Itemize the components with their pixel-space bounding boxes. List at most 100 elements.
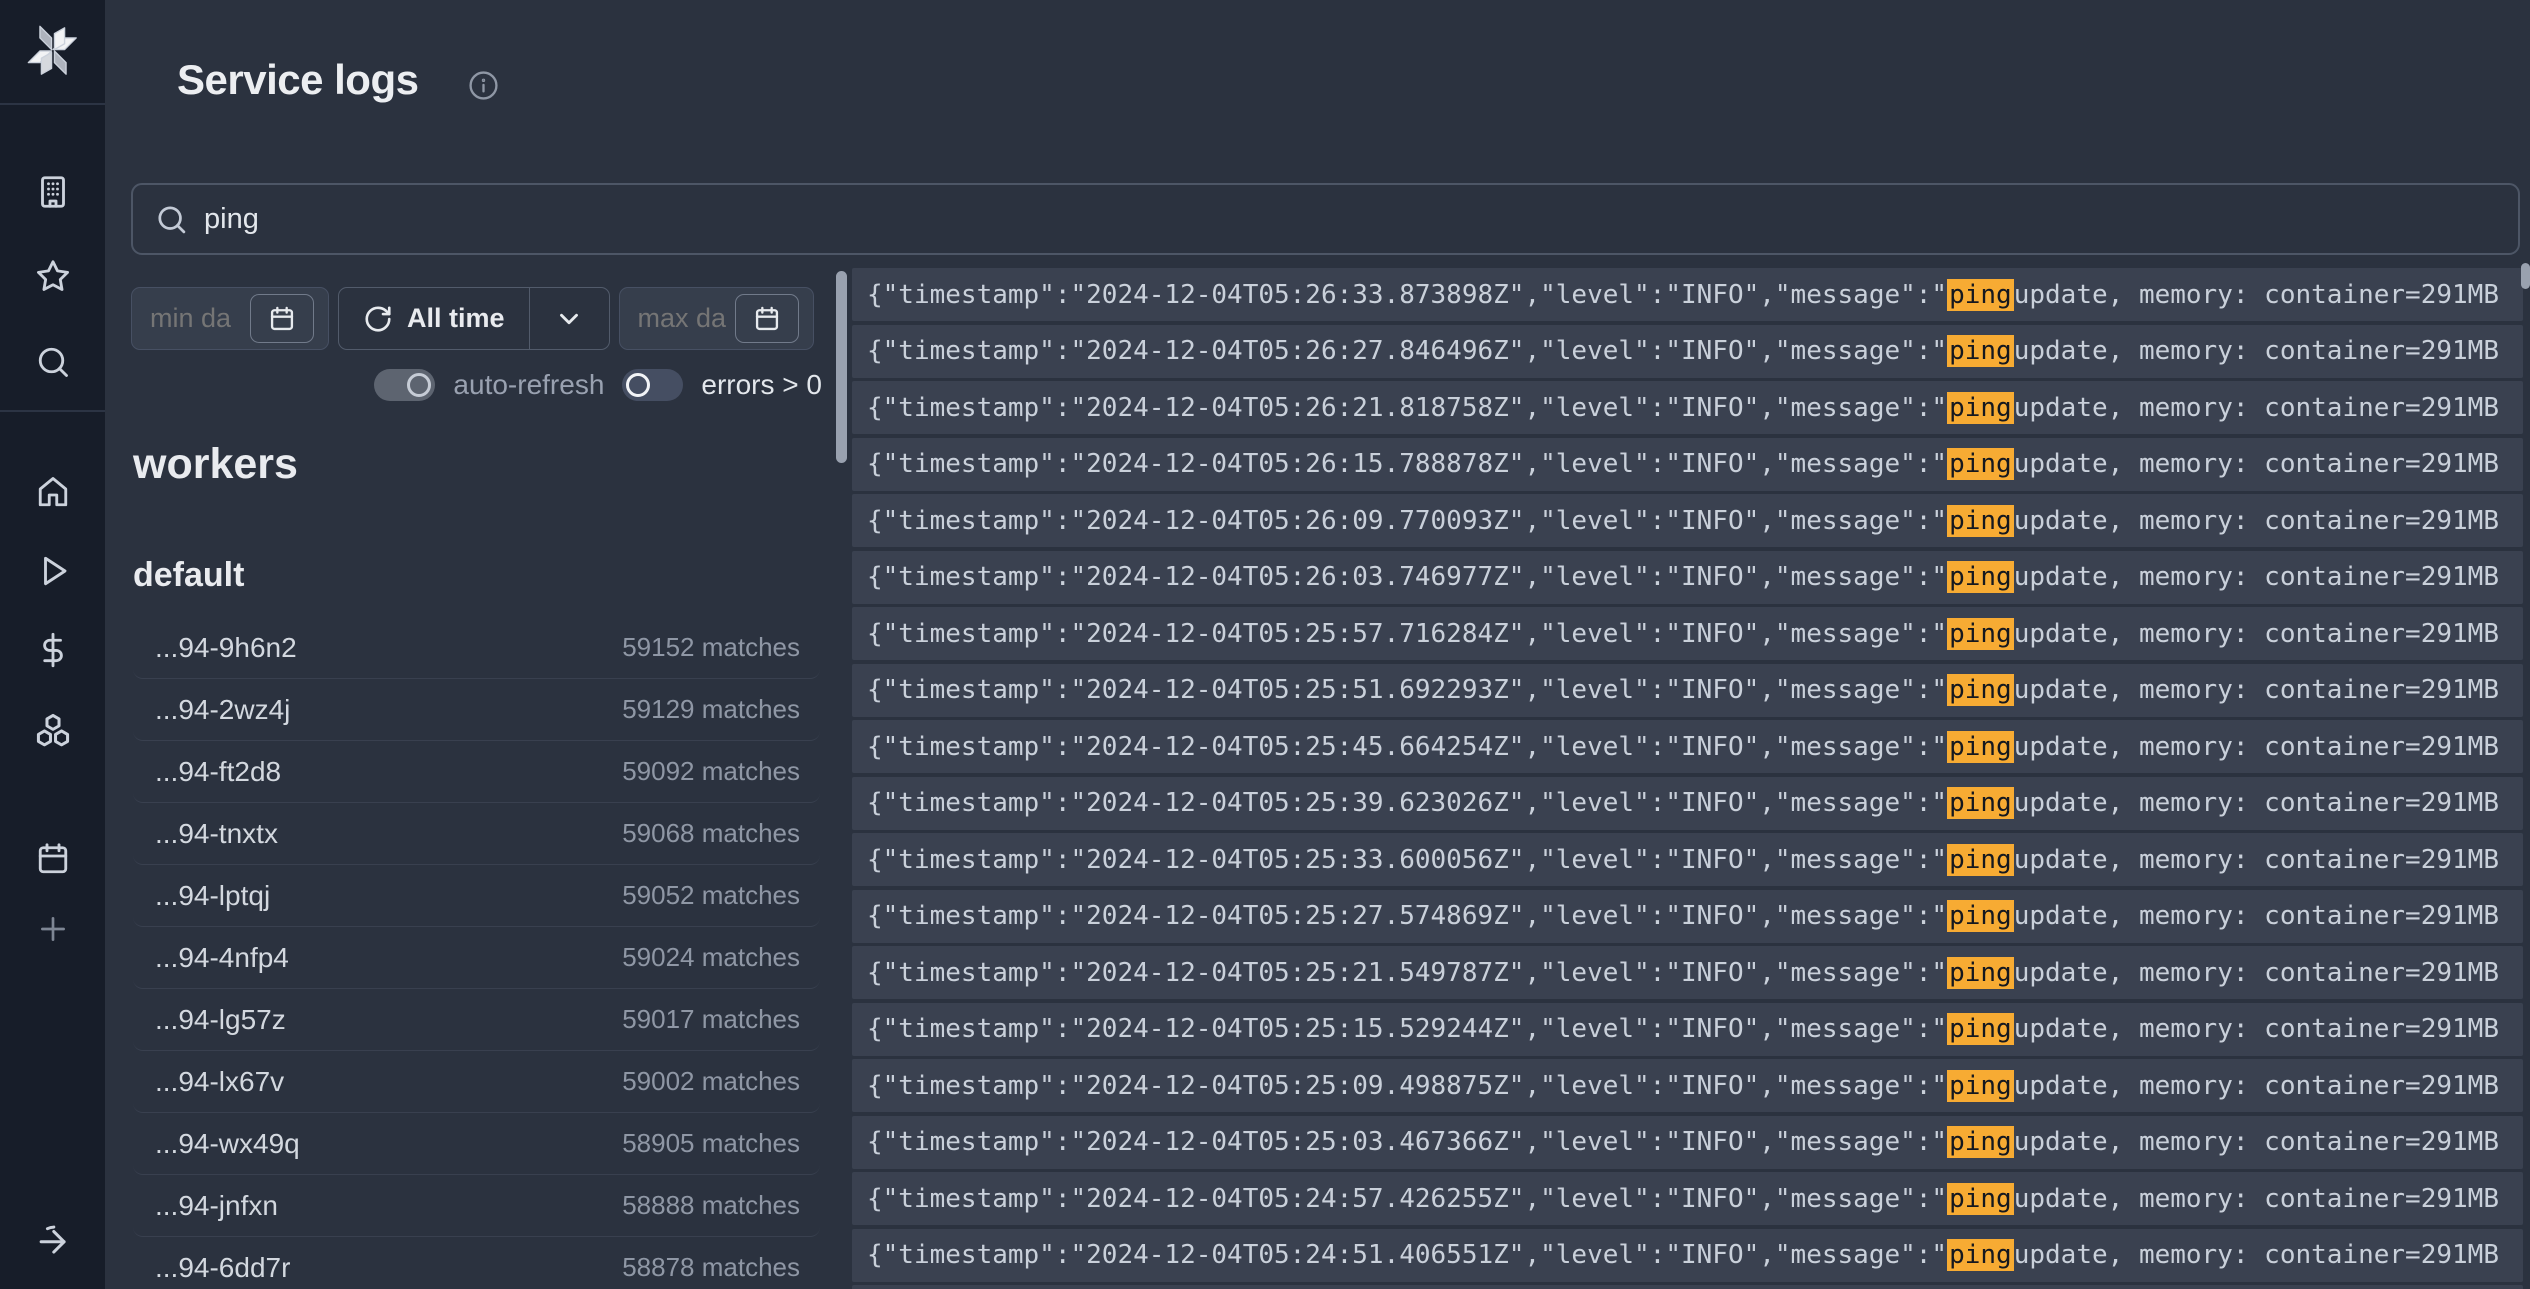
log-scrollbar-right-thumb[interactable] [2521,263,2530,289]
log-line[interactable]: {"timestamp":"2024-12-04T05:24:51.406551… [852,1229,2523,1282]
worker-list-item[interactable]: ...94-tnxtx 59068 matches [133,803,820,865]
log-scrollbar-left-thumb[interactable] [836,271,847,463]
search-match-highlight: ping [1947,561,2014,593]
worker-list-item[interactable]: ...94-4nfp4 59024 matches [133,927,820,989]
search-match-highlight: ping [1947,618,2014,650]
star-icon[interactable] [0,258,105,294]
log-json-middle: ","level":"INFO","message":" [1509,1127,1947,1157]
home-icon[interactable] [0,474,105,510]
log-line[interactable]: {"timestamp":"2024-12-04T05:25:27.574869… [852,890,2523,943]
log-line[interactable]: {"timestamp":"2024-12-04T05:26:33.873898… [852,268,2523,321]
worker-list-item[interactable]: ...94-wx49q 58905 matches [133,1113,820,1175]
errors-toggle[interactable] [622,369,683,401]
log-json-prefix: {"timestamp":" [867,1240,1086,1270]
log-list: {"timestamp":"2024-12-04T05:26:33.873898… [852,268,2523,1289]
worker-match-count: 58905 matches [622,1128,800,1159]
search-nav-icon[interactable] [0,344,105,380]
toggle-knob [626,373,650,397]
log-line[interactable]: {"timestamp":"2024-12-04T05:26:09.770093… [852,494,2523,547]
log-line[interactable]: {"timestamp":"2024-12-04T05:26:15.788878… [852,438,2523,491]
log-message-rest: update, memory: container=291MB [2014,506,2499,536]
worker-match-count: 58888 matches [622,1190,800,1221]
worker-list-item[interactable]: ...94-9h6n2 59152 matches [133,617,820,679]
log-message-rest: update, memory: container=291MB [2014,788,2499,818]
worker-list-item[interactable]: ...94-lg57z 59017 matches [133,989,820,1051]
log-line[interactable]: {"timestamp":"2024-12-04T05:26:27.846496… [852,325,2523,378]
log-message-rest: update, memory: container=291MB [2014,1127,2499,1157]
building-icon[interactable] [0,174,105,210]
log-line[interactable]: {"timestamp":"2024-12-04T05:25:03.467366… [852,1116,2523,1169]
time-range-button[interactable]: All time [339,288,529,349]
time-range-label: All time [407,303,505,334]
search-input[interactable] [204,203,2496,236]
worker-match-count: 59002 matches [622,1066,800,1097]
boxes-icon[interactable] [0,711,105,749]
log-json-middle: ","level":"INFO","message":" [1509,336,1947,366]
windmill-logo-icon[interactable] [0,22,105,80]
auto-refresh-toggle[interactable] [374,369,435,401]
log-json-prefix: {"timestamp":" [867,393,1086,423]
log-json-prefix: {"timestamp":" [867,336,1086,366]
log-line[interactable]: {"timestamp":"2024-12-04T05:25:57.716284… [852,607,2523,660]
log-line[interactable]: {"timestamp":"2024-12-04T05:24:57.426255… [852,1172,2523,1225]
log-json-middle: ","level":"INFO","message":" [1509,280,1947,310]
log-line[interactable]: {"timestamp":"2024-12-04T05:25:51.692293… [852,664,2523,717]
info-icon[interactable] [468,70,499,106]
log-json-prefix: {"timestamp":" [867,1071,1086,1101]
log-message-rest: update, memory: container=291MB [2014,562,2499,592]
sidebar-divider [0,103,105,105]
log-timestamp: 2024-12-04T05:25:51.692293Z [1086,675,1509,705]
log-line[interactable]: {"timestamp":"2024-12-04T05:26:21.818758… [852,381,2523,434]
log-json-middle: ","level":"INFO","message":" [1509,845,1947,875]
worker-list-item[interactable]: ...94-lx67v 59002 matches [133,1051,820,1113]
search-match-highlight: ping [1947,392,2014,424]
plus-icon[interactable] [0,912,105,946]
calendar-icon [753,305,781,333]
log-timestamp: 2024-12-04T05:25:27.574869Z [1086,901,1509,931]
search-match-highlight: ping [1947,787,2014,819]
log-line[interactable]: {"timestamp":"2024-12-04T05:25:45.664254… [852,720,2523,773]
max-date-calendar-button[interactable] [735,294,799,343]
time-range-caret-button[interactable] [529,288,609,349]
log-json-middle: ","level":"INFO","message":" [1509,449,1947,479]
worker-list-item[interactable]: ...94-lptqj 59052 matches [133,865,820,927]
log-json-prefix: {"timestamp":" [867,506,1086,536]
log-line[interactable]: {"timestamp":"2024-12-04T05:25:33.600056… [852,833,2523,886]
search-bar [131,183,2520,255]
worker-list-item[interactable]: ...94-2wz4j 59129 matches [133,679,820,741]
log-timestamp: 2024-12-04T05:26:33.873898Z [1086,280,1509,310]
log-line[interactable]: {"timestamp":"2024-12-04T05:26:03.746977… [852,551,2523,604]
worker-name: ...94-jnfxn [155,1190,278,1222]
log-timestamp: 2024-12-04T05:25:45.664254Z [1086,732,1509,762]
worker-name: ...94-lg57z [155,1004,286,1036]
worker-list-item[interactable]: ...94-jnfxn 58888 matches [133,1175,820,1237]
log-line[interactable]: {"timestamp":"2024-12-04T05:25:09.498875… [852,1059,2523,1112]
worker-list: ...94-9h6n2 59152 matches ...94-2wz4j 59… [133,617,820,1289]
log-json-prefix: {"timestamp":" [867,1184,1086,1214]
calendar-nav-icon[interactable] [0,841,105,877]
log-json-middle: ","level":"INFO","message":" [1509,1071,1947,1101]
search-match-highlight: ping [1947,731,2014,763]
search-match-highlight: ping [1947,674,2014,706]
expand-sidebar-arrow-icon[interactable] [0,1222,105,1260]
log-json-middle: ","level":"INFO","message":" [1509,1014,1947,1044]
min-date-calendar-button[interactable] [250,294,314,343]
search-match-highlight: ping [1947,1013,2014,1045]
worker-match-count: 59068 matches [622,818,800,849]
log-timestamp: 2024-12-04T05:24:51.406551Z [1086,1240,1509,1270]
log-json-middle: ","level":"INFO","message":" [1509,506,1947,536]
chevron-down-icon [554,304,584,334]
log-json-prefix: {"timestamp":" [867,675,1086,705]
log-json-middle: ","level":"INFO","message":" [1509,393,1947,423]
log-line[interactable]: {"timestamp":"2024-12-04T05:25:15.529244… [852,1003,2523,1056]
log-json-middle: ","level":"INFO","message":" [1509,1240,1947,1270]
worker-list-item[interactable]: ...94-6dd7r 58878 matches [133,1237,820,1289]
log-message-rest: update, memory: container=291MB [2014,1184,2499,1214]
worker-match-count: 59152 matches [622,632,800,663]
worker-list-item[interactable]: ...94-ft2d8 59092 matches [133,741,820,803]
dollar-icon[interactable] [0,632,105,668]
log-timestamp: 2024-12-04T05:24:57.426255Z [1086,1184,1509,1214]
log-line[interactable]: {"timestamp":"2024-12-04T05:25:39.623026… [852,777,2523,830]
play-icon[interactable] [0,553,105,589]
log-line[interactable]: {"timestamp":"2024-12-04T05:25:21.549787… [852,946,2523,999]
